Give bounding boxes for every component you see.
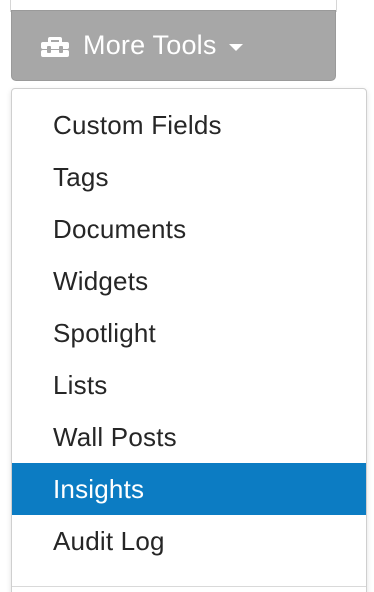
- more-tools-button[interactable]: More Tools: [11, 10, 336, 81]
- menu-divider: [12, 586, 366, 587]
- caret-down-icon: [228, 43, 243, 51]
- menu-item-widgets[interactable]: Widgets: [12, 255, 366, 307]
- menu-item-lists[interactable]: Lists: [12, 359, 366, 411]
- menu-item-custom-fields[interactable]: Custom Fields: [12, 99, 366, 151]
- menu-item-spotlight[interactable]: Spotlight: [12, 307, 366, 359]
- menu-item-wall-posts[interactable]: Wall Posts: [12, 411, 366, 463]
- menu-item-tags[interactable]: Tags: [12, 151, 366, 203]
- menu-item-documents[interactable]: Documents: [12, 203, 366, 255]
- toolbox-icon: [40, 34, 70, 58]
- page: More Tools Custom Fields Tags Documents …: [0, 0, 374, 592]
- menu-item-audit-log[interactable]: Audit Log: [12, 515, 366, 567]
- more-tools-label: More Tools: [83, 30, 217, 60]
- page-edge-right: [336, 0, 337, 12]
- menu-item-insights[interactable]: Insights: [12, 463, 366, 515]
- more-tools-dropdown-menu: Custom Fields Tags Documents Widgets Spo…: [11, 88, 367, 592]
